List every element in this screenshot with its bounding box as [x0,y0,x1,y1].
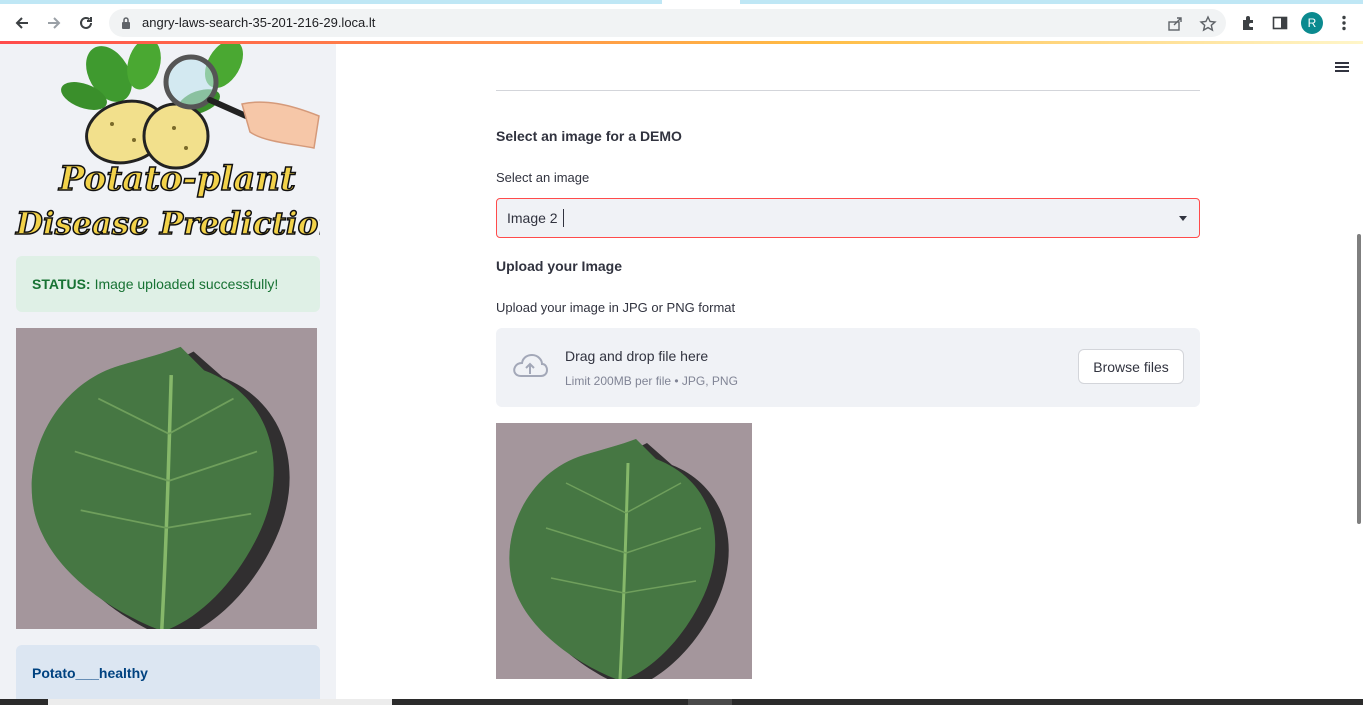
chevron-down-icon[interactable] [1179,216,1187,221]
app-logo: Potato-plant Disease Prediction [14,44,320,240]
upload-heading: Upload your Image [496,258,623,274]
star-icon[interactable] [1199,15,1217,33]
status-alert: STATUS: Image uploaded successfully! [16,256,320,312]
logo-title-line1: Potato-plant [58,159,296,199]
dropzone-title: Drag and drop file here [565,348,709,364]
select-value: Image 2 [507,210,558,226]
taskbar-strip [0,699,1363,705]
address-bar[interactable]: angry-laws-search-35-201-216-29.loca.lt [109,9,1226,37]
forward-icon[interactable] [42,11,66,35]
share-icon[interactable] [1166,15,1184,33]
profile-avatar[interactable]: R [1301,12,1323,34]
divider [496,90,1200,91]
back-icon[interactable] [10,11,34,35]
logo-title-line2: Disease Prediction [15,206,320,240]
scrollbar[interactable] [1357,234,1361,524]
uploaded-leaf-image [16,328,317,629]
extensions-icon[interactable] [1238,13,1258,33]
status-label: STATUS: [32,276,91,292]
main-content: Select an image for a DEMO Select an ima… [336,44,1363,699]
status-message: Image uploaded successfully! [94,276,279,292]
select-label: Select an image [496,170,590,185]
side-panel-icon[interactable] [1270,13,1290,33]
file-dropzone[interactable]: Drag and drop file here Limit 200MB per … [496,328,1200,407]
menu-dots-icon[interactable] [1334,13,1354,33]
upload-label: Upload your image in JPG or PNG format [496,300,736,315]
cloud-upload-icon [513,353,548,377]
browse-files-button[interactable]: Browse files [1078,349,1184,384]
text-cursor [563,209,564,227]
browser-toolbar: angry-laws-search-35-201-216-29.loca.lt … [0,4,1363,42]
prediction-result: Potato___healthy [16,645,320,699]
demo-heading: Select an image for a DEMO [496,128,682,144]
preview-leaf-image [496,423,752,679]
hamburger-menu-icon[interactable] [1332,60,1352,76]
lock-icon [122,17,130,29]
sidebar: Potato-plant Disease Prediction STATUS: … [0,44,336,699]
image-select[interactable]: Image 2 [496,198,1200,238]
dropzone-limit: Limit 200MB per file • JPG, PNG [565,374,738,388]
url-text: angry-laws-search-35-201-216-29.loca.lt [142,15,376,30]
reload-icon[interactable] [74,11,98,35]
